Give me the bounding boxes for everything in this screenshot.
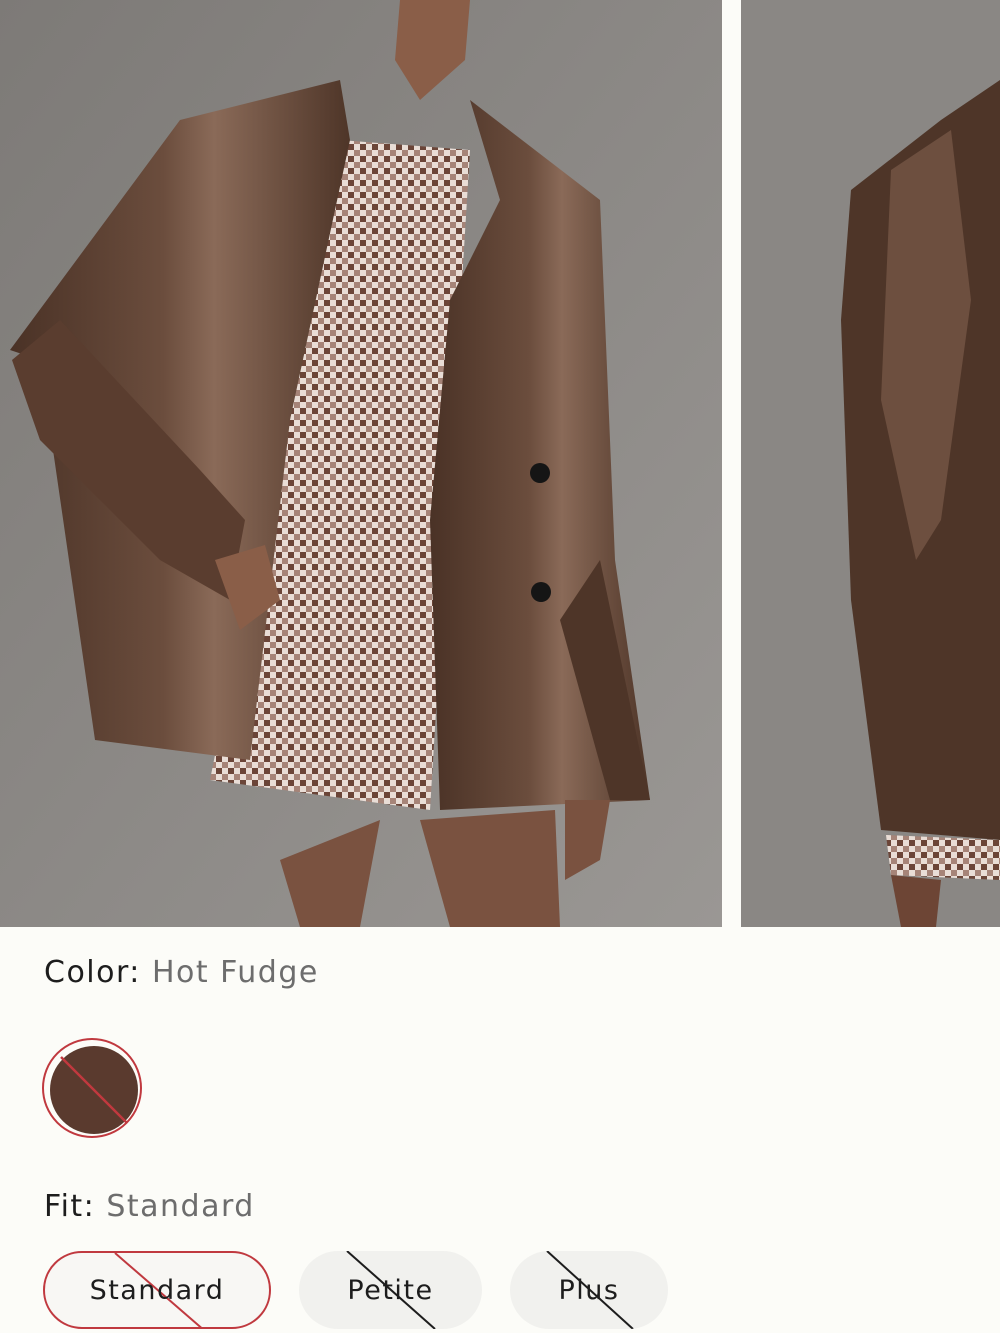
fit-option-plus[interactable]: Plus [510,1251,668,1329]
fit-selection-label: Fit: Standard [44,1189,255,1224]
fit-value: Standard [106,1189,255,1224]
fit-option-label: Petite [347,1274,434,1306]
color-swatch-hot-fudge[interactable] [42,1038,142,1138]
fit-option-petite[interactable]: Petite [299,1251,482,1329]
color-selection-label: Color: Hot Fudge [44,955,319,990]
color-key: Color: [44,955,141,990]
fit-option-label: Standard [89,1274,225,1306]
product-photo-next[interactable] [741,0,1000,927]
product-photo-main[interactable] [0,0,722,927]
color-value: Hot Fudge [151,955,319,990]
fit-option-label: Plus [558,1274,620,1306]
fit-option-standard[interactable]: Standard [43,1251,271,1329]
product-image-gallery[interactable] [0,0,1000,927]
fit-key: Fit: [44,1189,96,1224]
swatch-graphic [50,1046,138,1134]
